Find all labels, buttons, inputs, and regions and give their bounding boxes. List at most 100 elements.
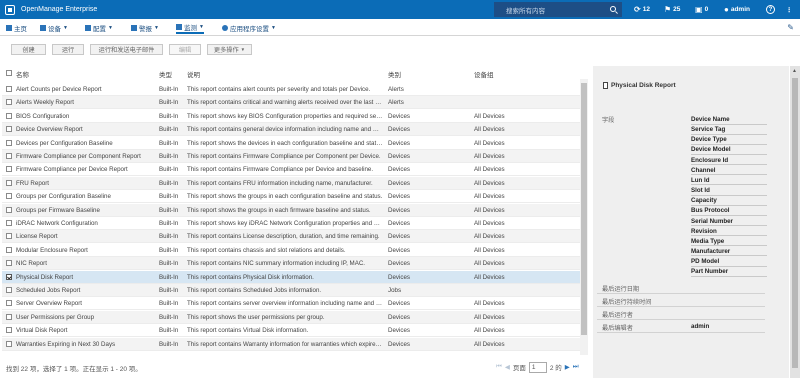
nav-app-settings[interactable]: 应用程序设置 ▼	[222, 22, 276, 34]
row-checkbox[interactable]	[6, 206, 12, 213]
row-checkbox[interactable]	[6, 166, 12, 173]
row-checkbox[interactable]	[6, 193, 12, 200]
run-button[interactable]: 运行	[52, 44, 84, 55]
row-name[interactable]: License Report	[16, 233, 156, 240]
table-row[interactable]: Alerts Weekly Report Built-In This report …	[2, 96, 580, 110]
more-menu-button[interactable]: ⋮	[786, 0, 793, 19]
page-scrollbar[interactable]: ▲	[790, 66, 800, 378]
nav-configuration[interactable]: 配置 ▼	[85, 22, 113, 34]
scroll-up-icon[interactable]: ▲	[792, 68, 797, 74]
nav-monitor[interactable]: 监测 ▼	[176, 22, 204, 34]
more-actions-button[interactable]: 更多操作 ▼	[207, 44, 252, 55]
row-name[interactable]: Firmware Compliance per Device Report	[16, 166, 156, 173]
nav-home[interactable]: 主页	[6, 22, 27, 34]
table-row[interactable]: Server Overview Report Built-In This repor…	[2, 297, 580, 311]
row-name[interactable]: Alert Counts per Device Report	[16, 86, 156, 93]
table-row[interactable]: FRU Report Built-In This report contains F…	[2, 176, 580, 190]
row-name[interactable]: Modular Enclosure Report	[16, 247, 156, 254]
table-row[interactable]: Groups per Firmware Baseline Built-In This…	[2, 203, 580, 217]
row-checkbox[interactable]	[6, 139, 12, 146]
first-page-icon[interactable]: ⏮	[496, 363, 502, 371]
table-row[interactable]: Firmware Compliance per Device Report Bui…	[2, 163, 580, 177]
row-checkbox[interactable]	[6, 220, 12, 226]
user-menu[interactable]: ● admin	[724, 0, 750, 19]
table-scrollbar-thumb[interactable]	[581, 83, 587, 335]
last-page-icon[interactable]: ⏭	[573, 363, 579, 371]
nav-devices[interactable]: 设备 ▼	[40, 22, 68, 34]
page-number-input[interactable]: 1	[528, 361, 547, 373]
pin-icon[interactable]: ✎	[787, 23, 794, 32]
row-checkbox[interactable]	[6, 287, 12, 293]
row-name[interactable]: Warranties Expiring in Next 30 Days	[16, 341, 156, 348]
col-category-header[interactable]: 类别	[388, 69, 401, 79]
table-row[interactable]: Groups per Configuration Baseline Built-I…	[2, 190, 580, 204]
col-group-header[interactable]: 设备组	[474, 69, 494, 79]
table-row[interactable]: Scheduled Jobs Report Built-In This report…	[2, 284, 580, 297]
row-checkbox[interactable]	[6, 273, 12, 280]
row-name[interactable]: iDRAC Network Configuration	[16, 220, 156, 227]
row-category: Devices	[388, 273, 411, 281]
page-scrollbar-thumb[interactable]	[792, 78, 798, 368]
row-type: Built-In	[159, 139, 179, 147]
row-description: This report contains alert counts per se…	[187, 86, 371, 93]
table-row[interactable]: Virtual Disk Report Built-In This report c…	[2, 324, 580, 338]
row-name[interactable]: Devices per Configuration Baseline	[16, 140, 156, 147]
table-row[interactable]: License Report Built-In This report contai…	[2, 230, 580, 244]
row-name[interactable]: Firmware Compliance per Component Report	[16, 153, 156, 160]
prev-page-icon[interactable]: ◀	[505, 363, 510, 371]
table-row[interactable]: NIC Report Built-In This report contains N…	[2, 257, 580, 271]
global-search-input[interactable]: 搜索所有内容	[494, 2, 622, 17]
table-row[interactable]: User Permissions per Group Built-In This r…	[2, 310, 580, 324]
row-name[interactable]: User Permissions per Group	[16, 314, 156, 321]
row-name[interactable]: Groups per Configuration Baseline	[16, 193, 156, 200]
row-name[interactable]: Alerts Weekly Report	[16, 99, 156, 106]
table-row[interactable]: Modular Enclosure Report Built-In This rep…	[2, 244, 580, 257]
table-row[interactable]: Warranties Expiring in Next 30 Days Built…	[2, 337, 580, 351]
row-checkbox[interactable]	[6, 300, 12, 307]
run-and-email-button[interactable]: 运行和发送电子邮件	[90, 44, 163, 55]
row-name[interactable]: BIOS Configuration	[16, 113, 156, 120]
row-name[interactable]: Device Overview Report	[16, 126, 156, 133]
nav-alerts[interactable]: 警报 ▼	[131, 22, 159, 34]
row-checkbox[interactable]	[6, 340, 12, 347]
table-scrollbar[interactable]	[580, 79, 588, 355]
row-checkbox[interactable]	[6, 327, 12, 334]
select-all-checkbox[interactable]	[6, 70, 12, 76]
row-name[interactable]: FRU Report	[16, 180, 156, 187]
row-checkbox[interactable]	[6, 260, 12, 267]
row-checkbox[interactable]	[6, 246, 12, 253]
jobs-indicator[interactable]: ⟳ 12	[634, 0, 650, 19]
messages-indicator[interactable]: ▣ 0	[695, 0, 708, 19]
col-name-header[interactable]: 名称	[16, 69, 29, 79]
row-checkbox[interactable]	[6, 112, 12, 119]
row-checkbox[interactable]	[6, 313, 12, 320]
row-name[interactable]: Virtual Disk Report	[16, 327, 156, 334]
row-name[interactable]: NIC Report	[16, 260, 156, 267]
edit-button[interactable]: 编辑	[169, 44, 201, 55]
row-name[interactable]: Scheduled Jobs Report	[16, 287, 156, 294]
table-row[interactable]: iDRAC Network Configuration Built-In This …	[2, 217, 580, 230]
table-row[interactable]: BIOS Configuration Built-In This report sh…	[2, 110, 580, 123]
row-name[interactable]: Groups per Firmware Baseline	[16, 207, 156, 214]
col-type-header[interactable]: 类型	[159, 69, 172, 79]
row-checkbox[interactable]	[6, 99, 12, 106]
row-name[interactable]: Physical Disk Report	[16, 274, 156, 281]
row-checkbox[interactable]	[6, 233, 12, 240]
table-row[interactable]: Physical Disk Report Built-In This report …	[2, 270, 580, 284]
row-name[interactable]: Server Overview Report	[16, 300, 156, 307]
next-page-icon[interactable]: ▶	[565, 363, 570, 371]
create-button[interactable]: 创建	[11, 44, 46, 55]
table-row[interactable]: Firmware Compliance per Component Report…	[2, 150, 580, 163]
table-row[interactable]: Device Overview Report Built-In This repor…	[2, 123, 580, 137]
row-checkbox[interactable]	[6, 126, 12, 133]
search-icon[interactable]	[610, 6, 616, 12]
table-row[interactable]: Devices per Configuration Baseline Built-…	[2, 137, 580, 150]
row-type: Built-In	[159, 166, 179, 174]
row-checkbox[interactable]	[6, 179, 12, 186]
table-row[interactable]: Alert Counts per Device Report Built-In Th…	[2, 83, 580, 96]
col-description-header[interactable]: 说明	[187, 69, 200, 79]
help-button[interactable]: ?	[766, 0, 775, 19]
alerts-indicator[interactable]: ⚑ 25	[664, 0, 680, 19]
row-checkbox[interactable]	[6, 153, 12, 159]
row-checkbox[interactable]	[6, 86, 12, 92]
